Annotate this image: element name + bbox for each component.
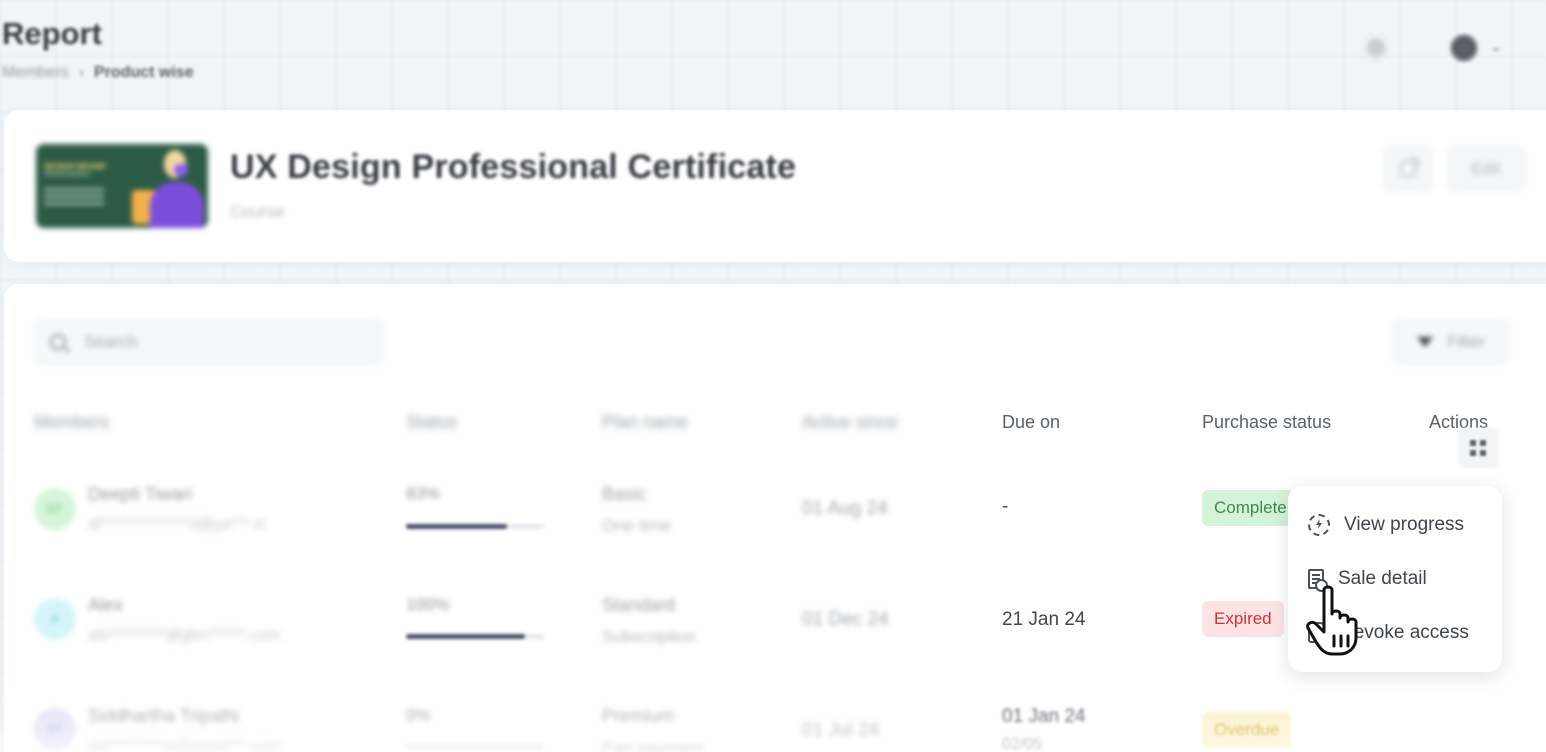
filter-button[interactable]: Filter bbox=[1392, 318, 1510, 366]
search-box[interactable] bbox=[34, 318, 384, 366]
breadcrumb-separator: › bbox=[78, 64, 85, 81]
thumbnail-illustration bbox=[132, 144, 204, 228]
due-on: - bbox=[1002, 496, 1009, 517]
thumbnail-subtitle: PROFESSIONAL bbox=[44, 172, 91, 178]
progress-percent: 100% bbox=[406, 595, 450, 614]
plan-type: One time bbox=[602, 516, 671, 535]
status-badge: Overdue bbox=[1202, 712, 1292, 748]
column-header-members[interactable]: Members bbox=[34, 412, 109, 433]
member-email: dt**************3@ya***.in bbox=[88, 516, 267, 533]
row-actions-button[interactable] bbox=[1458, 428, 1498, 468]
filter-icon bbox=[1417, 337, 1434, 347]
due-sub: 02/05 bbox=[1002, 736, 1043, 752]
plan-name: Standard bbox=[602, 595, 676, 615]
plan-type: Subscription bbox=[602, 627, 696, 646]
filter-label: Filter bbox=[1447, 332, 1485, 351]
member-avatar: A bbox=[34, 598, 76, 640]
plan-name: Premium bbox=[602, 706, 675, 726]
progress-bar bbox=[406, 524, 544, 529]
progress-bar bbox=[406, 634, 544, 639]
course-title: UX Design Professional Certificate bbox=[230, 148, 797, 186]
status-badge: Complete bbox=[1202, 490, 1299, 526]
page-title: Report bbox=[2, 16, 102, 51]
member-name: Alex bbox=[88, 595, 124, 615]
active-since: 01 Aug 24 bbox=[802, 498, 888, 519]
column-header-purchase-status[interactable]: Purchase status bbox=[1202, 412, 1331, 433]
breadcrumb: Members › Product wise bbox=[2, 64, 194, 82]
progress-bar bbox=[406, 744, 544, 749]
share-button[interactable] bbox=[1382, 146, 1434, 192]
due-on: 01 Jan 24 bbox=[1002, 706, 1086, 727]
member-email: ale*********@gho******.com bbox=[88, 627, 281, 644]
status-badge: Expired bbox=[1202, 601, 1284, 637]
top-header: Report Members › Product wise ⌄ bbox=[0, 0, 1546, 108]
progress-fill bbox=[406, 524, 507, 529]
user-avatar[interactable] bbox=[1450, 34, 1478, 62]
member-avatar: ST bbox=[34, 708, 76, 750]
column-header-active-since[interactable]: Active since bbox=[802, 412, 898, 433]
bell-icon[interactable] bbox=[1366, 38, 1386, 60]
course-thumbnail: DESIGN BRAND PROFESSIONAL bbox=[36, 144, 208, 228]
progress-percent: 0% bbox=[406, 706, 431, 725]
column-header-due-on[interactable]: Due on bbox=[1002, 412, 1060, 433]
member-name: Deepti Tiwari bbox=[88, 484, 193, 504]
thumbnail-title: DESIGN BRAND bbox=[44, 162, 106, 171]
hand-cursor-icon bbox=[1306, 585, 1358, 656]
progress-percent: 83% bbox=[406, 484, 441, 503]
external-link-icon bbox=[1400, 158, 1419, 177]
member-email: sid*********a@gmail***.com bbox=[88, 738, 282, 752]
menu-item-label: View progress bbox=[1344, 514, 1465, 535]
plan-name: Basic bbox=[602, 484, 647, 504]
search-icon bbox=[50, 334, 66, 350]
active-since: 01 Dec 24 bbox=[802, 609, 889, 630]
column-header-plan[interactable]: Plan name bbox=[602, 412, 688, 433]
chevron-down-icon[interactable]: ⌄ bbox=[1490, 38, 1502, 55]
progress-fill bbox=[406, 634, 525, 639]
edit-button[interactable]: Edit bbox=[1446, 146, 1526, 192]
menu-item-view-progress[interactable]: View progress bbox=[1308, 510, 1464, 540]
plan-type: Part payment bbox=[602, 738, 704, 752]
search-input[interactable] bbox=[84, 332, 384, 352]
course-type: Course bbox=[230, 202, 285, 221]
breadcrumb-item-current: Product wise bbox=[94, 64, 194, 81]
member-avatar: DT bbox=[34, 488, 76, 530]
active-since: 01 Jul 24 bbox=[802, 720, 880, 741]
due-on: 21 Jan 24 bbox=[1002, 609, 1086, 630]
course-card: DESIGN BRAND PROFESSIONAL UX Design Prof… bbox=[4, 110, 1546, 262]
breadcrumb-item-members[interactable]: Members bbox=[2, 64, 69, 82]
progress-icon bbox=[1308, 514, 1330, 536]
column-header-status[interactable]: Status bbox=[406, 412, 457, 433]
member-name: Siddhartha Tripathi bbox=[88, 706, 240, 726]
